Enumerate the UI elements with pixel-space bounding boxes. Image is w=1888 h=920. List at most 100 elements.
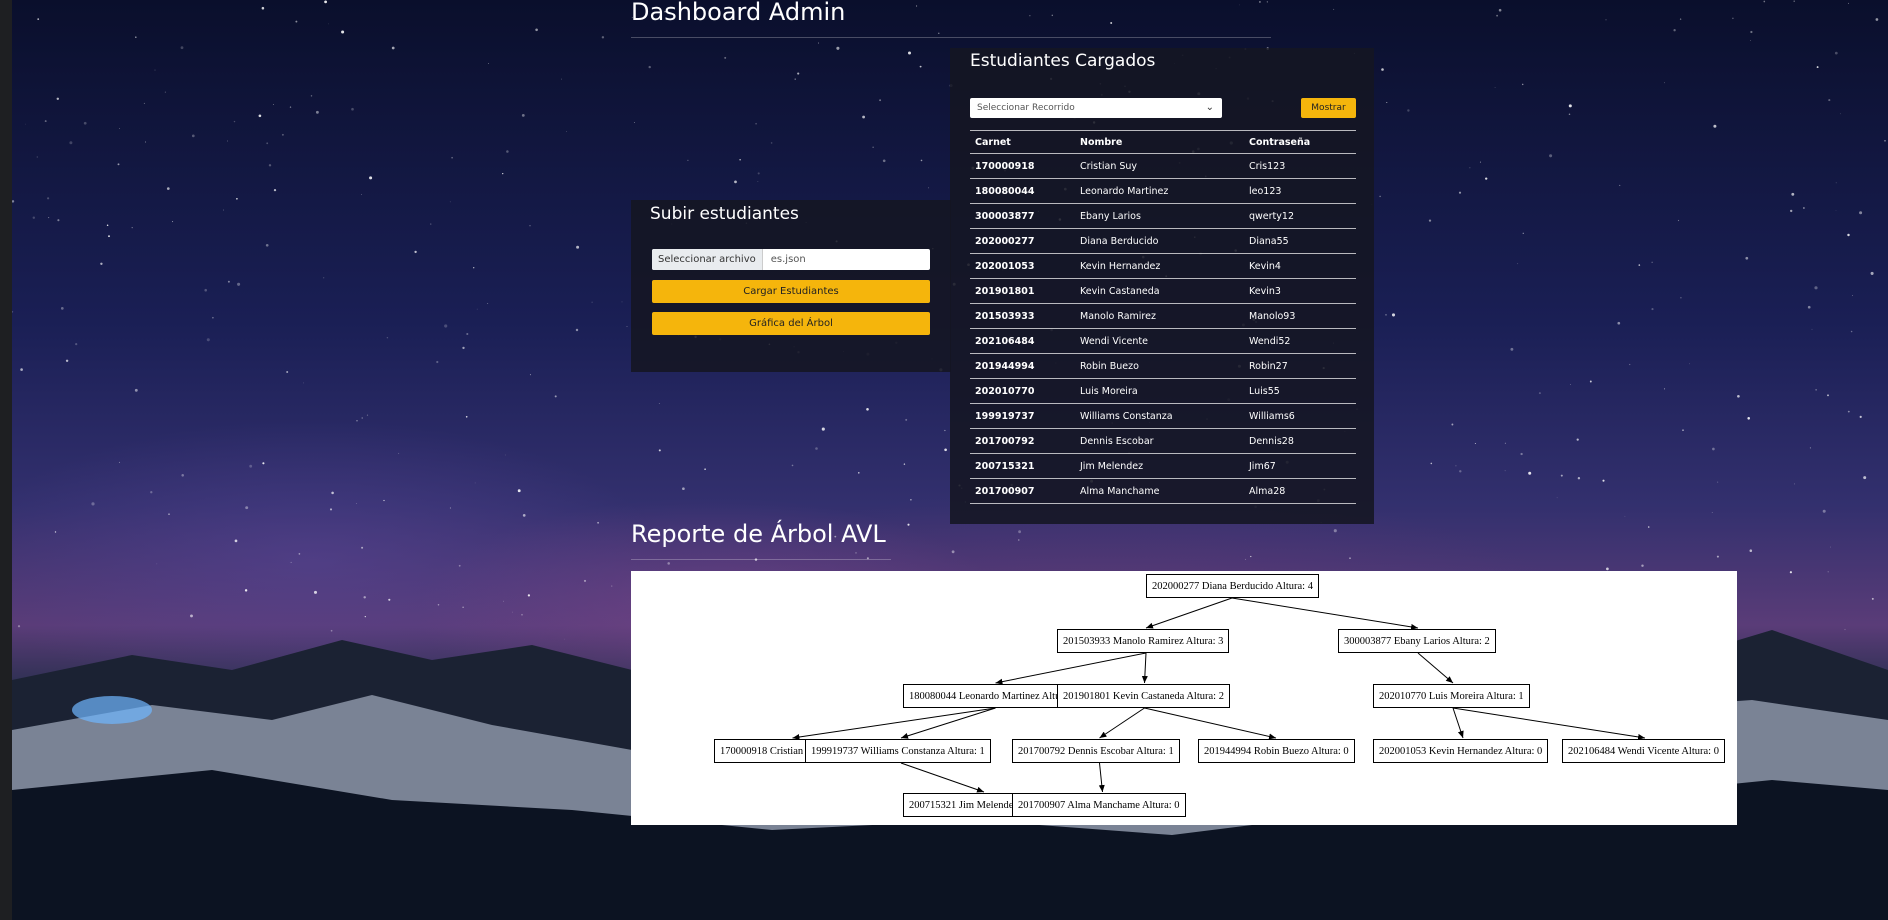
contrasena-cell: Kevin3 bbox=[1244, 278, 1356, 304]
table-row: 199919737 Williams Constanza Williams6 bbox=[970, 403, 1356, 429]
tree-node: 199919737 Williams Constanza Altura: 1 bbox=[805, 739, 991, 763]
carnet-cell: 200715321 bbox=[970, 453, 1075, 479]
tree-edge bbox=[1145, 597, 1233, 629]
carnet-cell: 202000277 bbox=[970, 228, 1075, 254]
carnet-cell: 300003877 bbox=[970, 203, 1075, 229]
upload-heading: Subir estudiantes bbox=[650, 204, 799, 224]
contrasena-cell: Manolo93 bbox=[1244, 303, 1356, 329]
traversal-select-label: Seleccionar Recorrido bbox=[977, 103, 1075, 113]
carnet-cell: 201503933 bbox=[970, 303, 1075, 329]
table-row: 180080044 Leonardo Martinez leo123 bbox=[970, 178, 1356, 204]
contrasena-cell: leo123 bbox=[1244, 178, 1356, 204]
file-name-label: es.json bbox=[770, 254, 806, 265]
table-row: 201503933 Manolo Ramirez Manolo93 bbox=[970, 303, 1356, 329]
contrasena-cell: Robin27 bbox=[1244, 353, 1356, 379]
tree-edge bbox=[1452, 707, 1464, 739]
table-row: 300003877 Ebany Larios qwerty12 bbox=[970, 203, 1356, 229]
contrasena-cell: Williams6 bbox=[1244, 403, 1356, 429]
carnet-cell: 202001053 bbox=[970, 253, 1075, 279]
contrasena-cell: Luis55 bbox=[1244, 378, 1356, 404]
column-header-nombre: Nombre bbox=[1075, 130, 1244, 154]
students-heading: Estudiantes Cargados bbox=[970, 51, 1156, 71]
column-header-contrasena: Contraseña bbox=[1244, 130, 1356, 154]
show-button[interactable]: Mostrar bbox=[1301, 98, 1356, 118]
table-header-row: Carnet Nombre Contraseña bbox=[970, 130, 1356, 154]
table-row: 200715321 Jim Melendez Jim67 bbox=[970, 453, 1356, 479]
tree-edge bbox=[995, 652, 1147, 685]
contrasena-cell: Wendi52 bbox=[1244, 328, 1356, 354]
upload-panel: Subir estudiantes Seleccionar archivo es… bbox=[631, 200, 951, 372]
nombre-cell: Williams Constanza bbox=[1075, 403, 1244, 429]
carnet-cell: 201944994 bbox=[970, 353, 1075, 379]
nombre-cell: Jim Melendez bbox=[1075, 453, 1244, 479]
nombre-cell: Luis Moreira bbox=[1075, 378, 1244, 404]
carnet-cell: 201901801 bbox=[970, 278, 1075, 304]
table-row: 202000277 Diana Berducido Diana55 bbox=[970, 228, 1356, 254]
tree-node: 202000277 Diana Berducido Altura: 4 bbox=[1146, 574, 1319, 598]
contrasena-cell: Alma28 bbox=[1244, 478, 1356, 504]
tree-node: 202001053 Kevin Hernandez Altura: 0 bbox=[1373, 739, 1549, 763]
page-title: Dashboard Admin bbox=[631, 0, 846, 26]
tree-graph-button[interactable]: Gráfica del Árbol bbox=[652, 312, 930, 335]
load-students-button[interactable]: Cargar Estudiantes bbox=[652, 280, 930, 303]
tree-node: 201700907 Alma Manchame Altura: 0 bbox=[1012, 793, 1186, 817]
nombre-cell: Kevin Castaneda bbox=[1075, 278, 1244, 304]
contrasena-cell: Cris123 bbox=[1244, 153, 1356, 179]
nombre-cell: Alma Manchame bbox=[1075, 478, 1244, 504]
file-input[interactable]: Seleccionar archivo es.json bbox=[652, 249, 930, 270]
tree-edge bbox=[1099, 707, 1145, 739]
carnet-cell: 180080044 bbox=[970, 178, 1075, 204]
nombre-cell: Manolo Ramirez bbox=[1075, 303, 1244, 329]
tree-node: 201503933 Manolo Ramirez Altura: 3 bbox=[1057, 629, 1230, 653]
tree-edge bbox=[1144, 707, 1277, 740]
table-row: 202010770 Luis Moreira Luis55 bbox=[970, 378, 1356, 404]
avl-tree-graph: 202000277 Diana Berducido Altura: 4 20150… bbox=[631, 571, 1737, 825]
tree-node: 201700792 Dennis Escobar Altura: 1 bbox=[1012, 739, 1180, 763]
table-row: 201700907 Alma Manchame Alma28 bbox=[970, 478, 1356, 504]
tree-node: 201944994 Robin Buezo Altura: 0 bbox=[1198, 739, 1355, 763]
table-row: 202001053 Kevin Hernandez Kevin4 bbox=[970, 253, 1356, 279]
contrasena-cell: Diana55 bbox=[1244, 228, 1356, 254]
nombre-cell: Robin Buezo bbox=[1075, 353, 1244, 379]
tree-edge bbox=[1231, 597, 1419, 630]
carnet-cell: 202106484 bbox=[970, 328, 1075, 354]
tree-node: 300003877 Ebany Larios Altura: 2 bbox=[1338, 629, 1496, 653]
students-table: Carnet Nombre Contraseña 170000918 Cristi… bbox=[970, 130, 1356, 504]
carnet-cell: 201700907 bbox=[970, 478, 1075, 504]
nombre-cell: Cristian Suy bbox=[1075, 153, 1244, 179]
report-title: Reporte de Árbol AVL bbox=[631, 520, 886, 548]
nombre-cell: Diana Berducido bbox=[1075, 228, 1244, 254]
column-header-carnet: Carnet bbox=[970, 130, 1075, 154]
traversal-select[interactable]: Seleccionar Recorrido ⌄ bbox=[970, 98, 1222, 118]
tree-edge bbox=[1417, 652, 1454, 684]
nombre-cell: Dennis Escobar bbox=[1075, 428, 1244, 454]
carnet-cell: 199919737 bbox=[970, 403, 1075, 429]
carnet-cell: 202010770 bbox=[970, 378, 1075, 404]
students-panel: Estudiantes Cargados Seleccionar Recorri… bbox=[950, 48, 1374, 524]
left-edge-strip bbox=[0, 0, 12, 920]
table-row: 202106484 Wendi Vicente Wendi52 bbox=[970, 328, 1356, 354]
tree-edge bbox=[1098, 762, 1105, 793]
nombre-cell: Kevin Hernandez bbox=[1075, 253, 1244, 279]
contrasena-cell: Dennis28 bbox=[1244, 428, 1356, 454]
report-divider bbox=[631, 559, 891, 560]
nombre-cell: Ebany Larios bbox=[1075, 203, 1244, 229]
title-divider bbox=[631, 37, 1271, 38]
contrasena-cell: Jim67 bbox=[1244, 453, 1356, 479]
tree-edge bbox=[792, 707, 996, 740]
tree-node: 202106484 Wendi Vicente Altura: 0 bbox=[1562, 739, 1725, 763]
tree-node: 202010770 Luis Moreira Altura: 1 bbox=[1373, 684, 1530, 708]
carnet-cell: 201700792 bbox=[970, 428, 1075, 454]
table-row: 201901801 Kevin Castaneda Kevin3 bbox=[970, 278, 1356, 304]
tree-node: 201901801 Kevin Castaneda Altura: 2 bbox=[1057, 684, 1230, 708]
nombre-cell: Leonardo Martinez bbox=[1075, 178, 1244, 204]
choose-file-button[interactable]: Seleccionar archivo bbox=[652, 249, 763, 270]
table-row: 201944994 Robin Buezo Robin27 bbox=[970, 353, 1356, 379]
tree-edge bbox=[1452, 707, 1646, 740]
tree-edge bbox=[900, 707, 996, 739]
carnet-cell: 170000918 bbox=[970, 153, 1075, 179]
tree-edge bbox=[900, 762, 985, 793]
table-row: 170000918 Cristian Suy Cris123 bbox=[970, 153, 1356, 179]
nombre-cell: Wendi Vicente bbox=[1075, 328, 1244, 354]
tree-edge bbox=[1141, 652, 1148, 684]
